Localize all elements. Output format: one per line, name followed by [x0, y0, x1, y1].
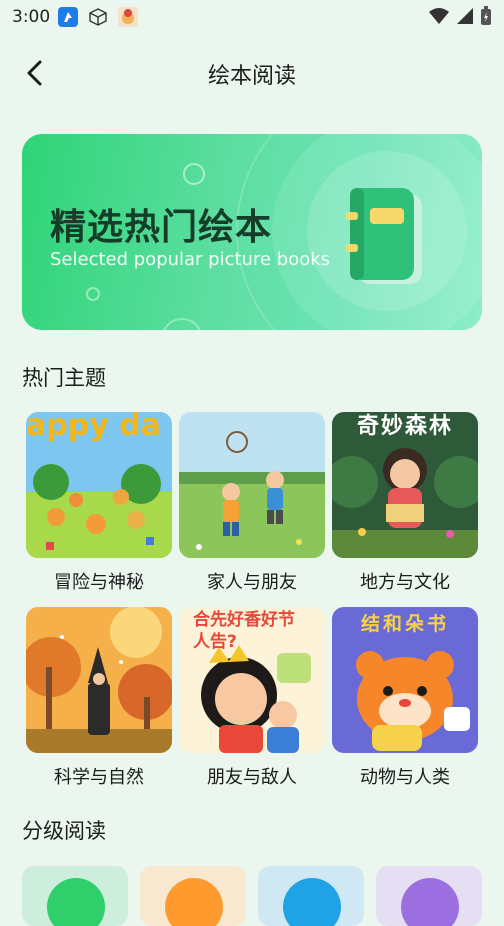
graded-reading-levels: [22, 866, 482, 926]
box-app-icon: [88, 7, 108, 27]
level-badge: [47, 878, 105, 926]
topic-label: 冒险与神秘: [54, 572, 144, 593]
topic-card-family[interactable]: 家人与朋友: [175, 410, 325, 593]
level-card-1[interactable]: [22, 866, 128, 926]
status-time: 3:00: [12, 7, 51, 27]
wifi-icon: [429, 8, 449, 24]
topic-cover: 奇妙森林: [332, 412, 478, 558]
level-badge: [283, 878, 341, 926]
level-badge: [165, 878, 223, 926]
topic-cover: 结和朵书: [332, 607, 478, 753]
hot-topics-title: 热门主题: [22, 366, 106, 390]
topic-card-culture[interactable]: 奇妙森林 地方与文化: [328, 410, 478, 593]
topic-cover: appy da: [26, 412, 172, 558]
status-bar: 3:00: [0, 0, 504, 34]
topic-cover: [26, 607, 172, 753]
topic-label: 朋友与敌人: [207, 767, 297, 788]
topic-cover-text: 奇妙森林: [356, 414, 453, 439]
topic-card-science[interactable]: 科学与自然: [22, 605, 172, 788]
battery-charging-icon: [481, 6, 491, 25]
topic-card-friends[interactable]: 合先好香好节人告? 朋友与敌人: [175, 605, 325, 788]
featured-banner[interactable]: 精选热门绘本 Selected popular picture books: [22, 134, 482, 330]
topic-label: 科学与自然: [54, 767, 144, 788]
signal-icon: [457, 8, 473, 24]
topic-card-animals[interactable]: 结和朵书 动物与人类: [328, 605, 478, 788]
level-badge: [401, 878, 459, 926]
page-title: 绘本阅读: [207, 64, 296, 89]
avatar-app-icon: [118, 7, 138, 27]
topic-cover-text: 结和朵书: [360, 613, 449, 635]
topic-label: 地方与文化: [360, 572, 450, 593]
topic-label: 家人与朋友: [207, 572, 297, 593]
topic-cover: 合先好香好节人告?: [179, 607, 325, 753]
level-card-3[interactable]: [258, 866, 364, 926]
topic-cover-text: appy da: [26, 412, 161, 443]
banner-subtitle: Selected popular picture books: [50, 249, 331, 270]
level-card-4[interactable]: [376, 866, 482, 926]
topic-cover-text: 合先好香好节人告?: [193, 610, 295, 652]
app-header: 绘本阅读: [0, 48, 504, 98]
messenger-app-icon: [58, 7, 78, 27]
green-book-icon: [346, 188, 422, 284]
topic-cover: [179, 412, 325, 558]
level-card-2[interactable]: [140, 866, 246, 926]
topic-card-adventure[interactable]: appy da 冒险与神秘: [22, 410, 172, 593]
graded-reading-title: 分级阅读: [22, 819, 106, 843]
banner-title: 精选热门绘本: [50, 207, 273, 248]
topic-label: 动物与人类: [360, 767, 450, 788]
